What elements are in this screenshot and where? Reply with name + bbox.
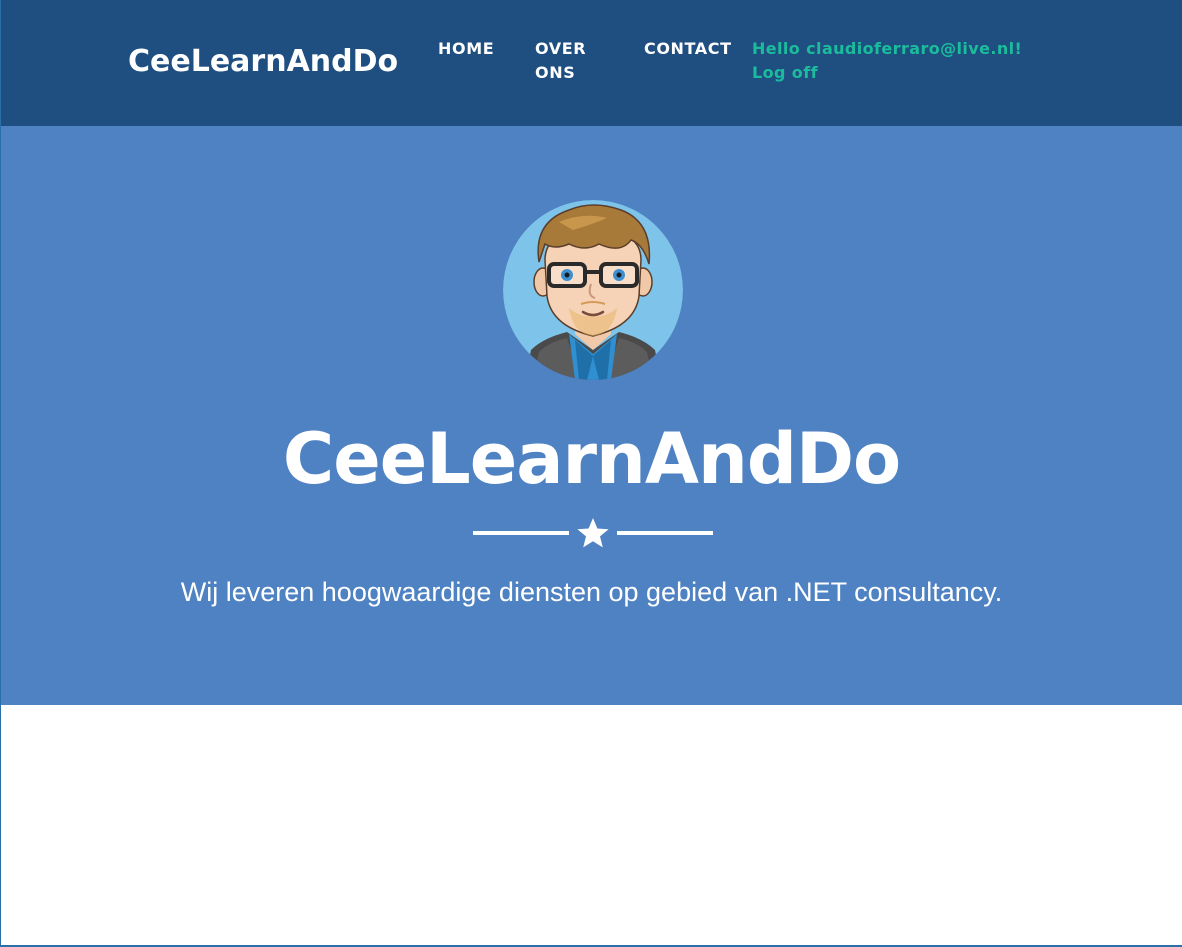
nav-link-home[interactable]: HOME [438, 37, 494, 61]
hero-subtitle: Wij leveren hoogwaardige diensten op geb… [180, 577, 1003, 607]
cartoon-avatar-icon [503, 200, 683, 380]
user-greeting[interactable]: Hello claudioferraro@live.nl! [752, 37, 1022, 61]
logoff-link[interactable]: Log off [752, 61, 818, 85]
hero-section: CeeLearnAndDo Wij leveren hoogwaardige d… [1, 126, 1182, 705]
brand-link[interactable]: CeeLearnAndDo [128, 40, 398, 84]
nav-link-over-ons[interactable]: OVER ONS [535, 37, 605, 85]
star-icon [577, 518, 609, 548]
nav-link-contact[interactable]: CONTACT [644, 37, 732, 61]
hero-title: CeeLearnAndDo [282, 418, 901, 500]
star-divider [473, 516, 713, 550]
navbar: CeeLearnAndDo HOME OVER ONS CONTACT Hell… [1, 0, 1182, 126]
